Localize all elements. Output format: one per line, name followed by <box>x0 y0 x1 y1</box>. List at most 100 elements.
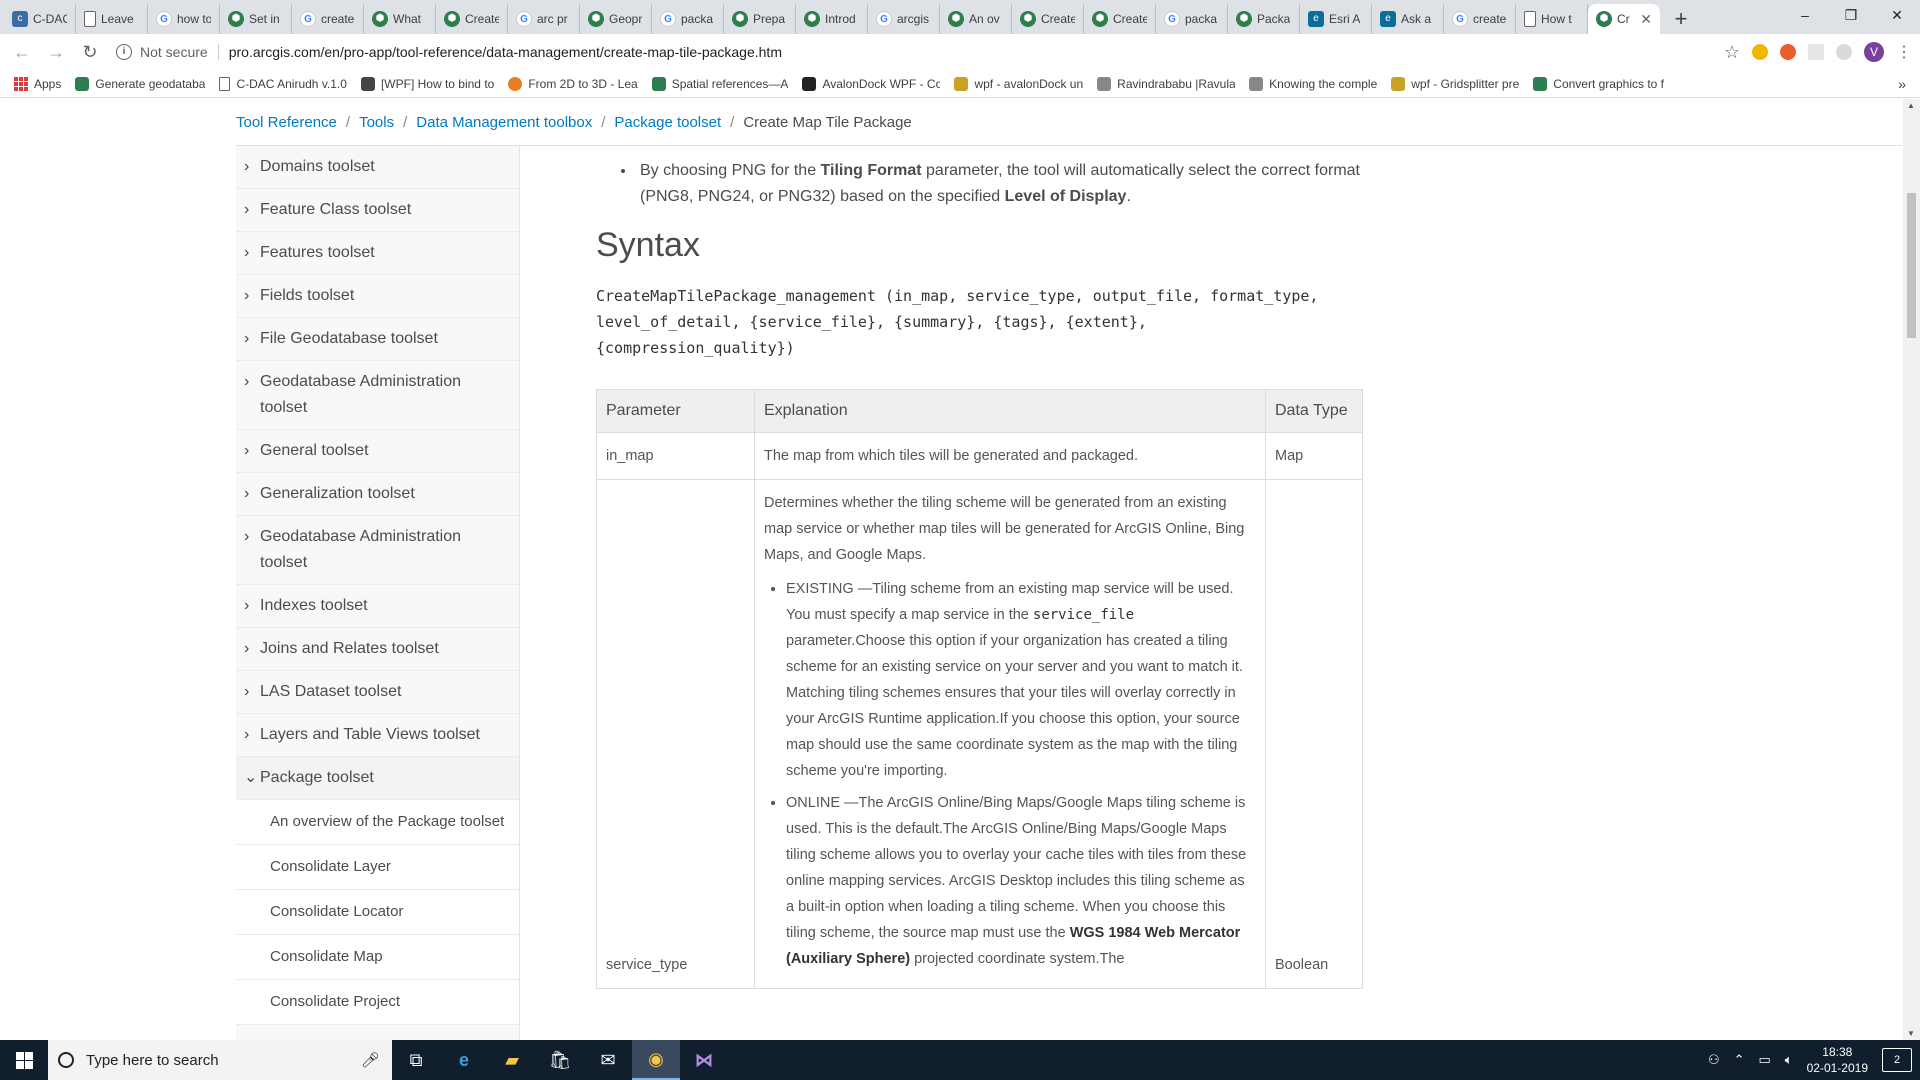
show-hidden-icons[interactable]: ⌃ <box>1734 1052 1745 1068</box>
bookmark-item[interactable]: wpf - Gridsplitter pre <box>1391 76 1519 91</box>
chevron-right-icon[interactable]: › <box>244 679 260 705</box>
browser-tab[interactable]: Gpacka <box>1156 4 1228 34</box>
chevron-right-icon[interactable]: › <box>244 636 260 662</box>
info-icon[interactable]: i <box>116 44 132 60</box>
edge-button[interactable]: e <box>440 1040 488 1080</box>
breadcrumb-link[interactable]: Tools <box>359 114 394 131</box>
extension-moon-icon[interactable] <box>1752 44 1768 60</box>
toc-item[interactable]: › Joins and Relates toolset <box>236 628 519 671</box>
browser-tab[interactable]: ⬢ Create <box>1084 4 1156 34</box>
bookmark-item[interactable]: AvalonDock WPF - CodeP <box>802 76 940 91</box>
toc-item[interactable]: › Layers and Table Views toolset <box>236 714 519 757</box>
scroll-down-icon[interactable]: ▼ <box>1907 1029 1915 1038</box>
bookmark-item[interactable]: [WPF] How to bind to <box>360 76 494 91</box>
bookmark-item[interactable]: Generate geodataba <box>75 76 205 91</box>
toc-subitem[interactable]: Consolidate Layer <box>236 845 519 890</box>
chevron-right-icon[interactable]: › <box>244 326 260 352</box>
breadcrumb-link[interactable]: Tool Reference <box>236 114 337 131</box>
extension-gray-icon[interactable] <box>1808 44 1824 60</box>
browser-tab[interactable]: Gcreate <box>1444 4 1516 34</box>
toc-item[interactable]: ⌄ Package toolset <box>236 757 519 800</box>
bookmarks-overflow-button[interactable]: » <box>1898 76 1906 92</box>
reload-button[interactable]: ↻ <box>76 38 104 66</box>
extension-orange-icon[interactable] <box>1780 44 1796 60</box>
toc-item[interactable]: › General toolset <box>236 430 519 473</box>
toc-item[interactable]: › Domains toolset <box>236 146 519 189</box>
chrome-button[interactable]: ◉ <box>632 1040 680 1080</box>
chevron-right-icon[interactable]: › <box>244 524 260 550</box>
url-text[interactable]: pro.arcgis.com/en/pro-app/tool-reference… <box>229 44 782 60</box>
browser-tab[interactable]: Garcgis <box>868 4 940 34</box>
toc-item[interactable]: › LAS Dataset toolset <box>236 671 519 714</box>
toc-subitem[interactable]: Consolidate Locator <box>236 890 519 935</box>
chevron-right-icon[interactable]: › <box>244 593 260 619</box>
toc-subitem[interactable]: Consolidate Project <box>236 980 519 1025</box>
toc-subitem[interactable]: An overview of the Package toolset <box>236 800 519 845</box>
toc-item[interactable]: › Features toolset <box>236 232 519 275</box>
action-center-button[interactable]: 2 <box>1882 1048 1912 1072</box>
vertical-scrollbar[interactable]: ▲ ▼ <box>1903 99 1920 1040</box>
browser-tab[interactable]: Leave <box>76 4 148 34</box>
bookmark-item[interactable]: Apps <box>14 76 61 91</box>
back-button[interactable]: ← <box>8 38 36 66</box>
browser-tab[interactable]: Garc pr <box>508 4 580 34</box>
chevron-right-icon[interactable]: › <box>244 197 260 223</box>
address-bar[interactable]: i Not secure pro.arcgis.com/en/pro-app/t… <box>110 38 1714 66</box>
toc-item[interactable]: › Geodatabase Administration toolset <box>236 516 519 585</box>
chevron-down-icon[interactable]: ⌄ <box>244 765 260 791</box>
browser-tab[interactable]: ⬢ Geopr <box>580 4 652 34</box>
store-button[interactable]: 🛍︎ <box>536 1040 584 1080</box>
browser-tab[interactable]: e Ask a <box>1372 4 1444 34</box>
bookmark-item[interactable]: Convert graphics to f <box>1533 76 1664 91</box>
menu-kebab-icon[interactable]: ⋮ <box>1896 42 1912 62</box>
chevron-right-icon[interactable]: › <box>244 240 260 266</box>
taskbar-search[interactable]: Type here to search 🎤︎ <box>48 1040 392 1080</box>
people-icon[interactable]: ⚇ <box>1708 1052 1720 1068</box>
chevron-right-icon[interactable]: › <box>244 369 260 395</box>
browser-tab[interactable]: ⬢ Packa <box>1228 4 1300 34</box>
bookmark-item[interactable]: wpf - avalonDock un <box>954 76 1083 91</box>
volume-icon[interactable]: 🔈︎ <box>1785 1052 1793 1068</box>
start-button[interactable] <box>0 1040 48 1080</box>
task-view-button[interactable]: ⧉ <box>392 1040 440 1080</box>
browser-tab[interactable]: ⬢ An ov <box>940 4 1012 34</box>
close-tab-icon[interactable]: ✕ <box>1640 11 1652 28</box>
breadcrumb-link[interactable]: Package toolset <box>614 114 721 131</box>
bookmark-item[interactable]: C-DAC Anirudh v.1.0 <box>219 76 347 91</box>
breadcrumb-link[interactable]: Data Management toolbox <box>416 114 592 131</box>
browser-tab[interactable]: Gpacka <box>652 4 724 34</box>
toc-item[interactable]: › Feature Class toolset <box>236 189 519 232</box>
visual-studio-button[interactable]: ⋈ <box>680 1040 728 1080</box>
toc-item[interactable]: › File Geodatabase toolset <box>236 318 519 361</box>
browser-tab[interactable]: ⬢ Cr ✕ <box>1588 4 1660 34</box>
scrollbar-thumb[interactable] <box>1907 193 1916 338</box>
browser-tab[interactable]: ⬢ What <box>364 4 436 34</box>
clock[interactable]: 18:38 02-01-2019 <box>1807 1044 1868 1076</box>
toc-item[interactable]: › Generalization toolset <box>236 473 519 516</box>
maximize-button[interactable]: ❐ <box>1828 0 1874 30</box>
toc-subitem[interactable]: Consolidate Map <box>236 935 519 980</box>
bookmark-item[interactable]: Spatial references—A <box>651 76 788 91</box>
browser-tab[interactable]: ⬢ Introd <box>796 4 868 34</box>
chevron-right-icon[interactable]: › <box>244 154 260 180</box>
scroll-up-icon[interactable]: ▲ <box>1907 101 1915 110</box>
profile-avatar[interactable]: V <box>1864 42 1884 62</box>
chevron-right-icon[interactable]: › <box>244 722 260 748</box>
new-tab-button[interactable]: + <box>1666 4 1696 34</box>
browser-tab[interactable]: ⬢ Create <box>1012 4 1084 34</box>
mail-button[interactable]: ✉ <box>584 1040 632 1080</box>
bookmark-item[interactable]: From 2D to 3D - Lea <box>508 76 638 91</box>
browser-tab[interactable]: ⬢ Create <box>436 4 508 34</box>
chevron-right-icon[interactable]: › <box>244 283 260 309</box>
forward-button[interactable]: → <box>42 38 70 66</box>
chevron-right-icon[interactable]: › <box>244 438 260 464</box>
toc-item[interactable]: › Fields toolset <box>236 275 519 318</box>
bookmark-item[interactable]: Knowing the comple <box>1249 76 1377 91</box>
network-icon[interactable]: ▭ <box>1759 1052 1771 1068</box>
browser-tab[interactable]: c C-DAC <box>4 4 76 34</box>
extension-circle-icon[interactable] <box>1836 44 1852 60</box>
close-window-button[interactable]: ✕ <box>1874 0 1920 30</box>
browser-tab[interactable]: Gcreate <box>292 4 364 34</box>
browser-tab[interactable]: How t <box>1516 4 1588 34</box>
bookmark-item[interactable]: Ravindrababu |Ravula <box>1097 76 1235 91</box>
